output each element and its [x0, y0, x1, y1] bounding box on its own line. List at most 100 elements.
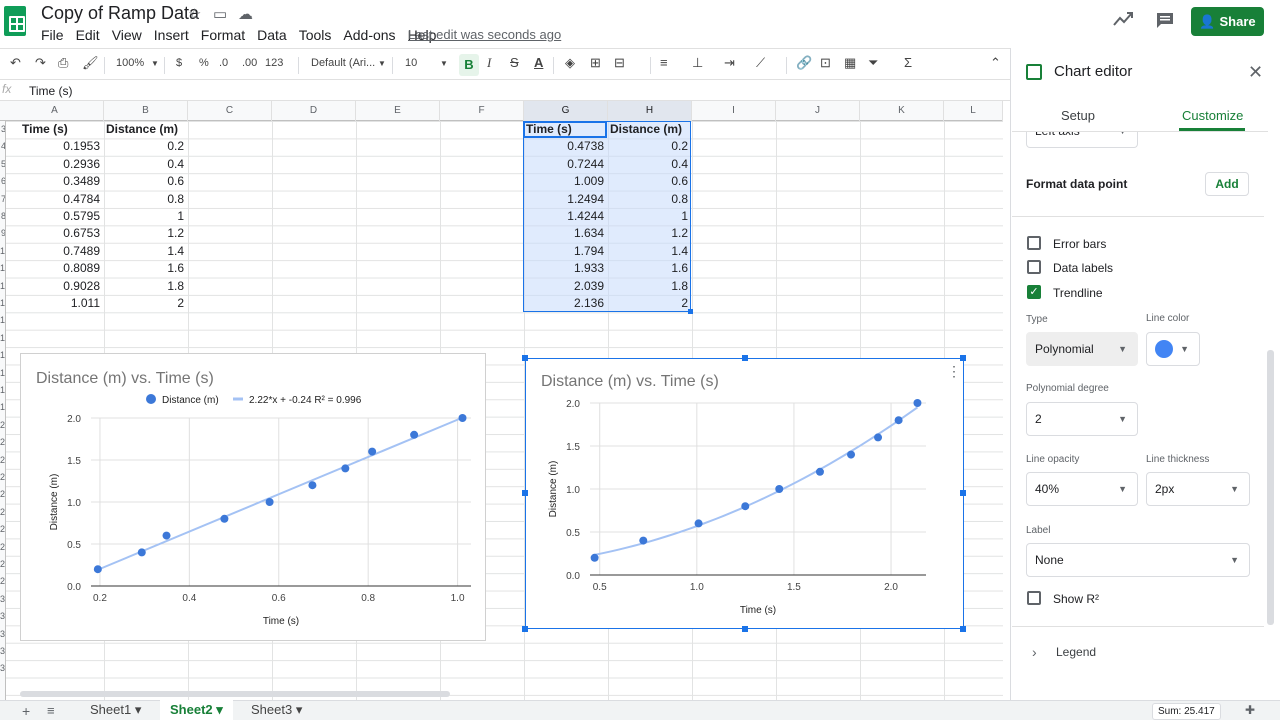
tab-sheet1[interactable]: Sheet1 ▾ — [80, 700, 151, 720]
cell[interactable]: 1.794 — [524, 243, 608, 260]
insert-chart-icon[interactable]: ▦ — [844, 55, 856, 71]
cell[interactable]: 1.8 — [608, 278, 692, 295]
column-header-e[interactable]: E — [356, 101, 440, 121]
cell[interactable]: Time (s) — [20, 121, 104, 138]
functions-icon[interactable]: Σ — [904, 55, 912, 70]
cell[interactable]: 0.6 — [104, 173, 188, 190]
borders-icon[interactable]: ⊞ — [590, 55, 601, 71]
cell[interactable]: 0.7489 — [20, 243, 104, 260]
chevron-right-icon[interactable]: › — [1032, 644, 1037, 660]
text-wrap-icon[interactable]: ⇥ — [724, 55, 735, 71]
resize-handle[interactable] — [960, 355, 966, 361]
text-color-button[interactable]: A — [534, 55, 543, 70]
cell[interactable]: 2 — [104, 295, 188, 312]
trendline-label-select[interactable]: None ▼ — [1026, 543, 1250, 577]
cell[interactable]: 0.2 — [104, 138, 188, 155]
column-header-d[interactable]: D — [272, 101, 356, 121]
cell[interactable]: 1.933 — [524, 260, 608, 277]
horizontal-scrollbar[interactable] — [20, 691, 450, 697]
line-color-select[interactable]: ▼ — [1146, 332, 1200, 366]
bold-button[interactable]: B — [459, 54, 479, 76]
resize-handle[interactable] — [960, 626, 966, 632]
formula-input[interactable]: Time (s) — [29, 84, 73, 98]
cell[interactable]: 1.4244 — [524, 208, 608, 225]
cell[interactable]: 0.9028 — [20, 278, 104, 295]
document-title[interactable]: Copy of Ramp Data — [41, 3, 199, 24]
vertical-align-icon[interactable]: ⊥ — [692, 55, 703, 71]
menu-addons[interactable]: Add-ons — [337, 27, 401, 43]
cell[interactable]: 1.6 — [104, 260, 188, 277]
paint-format-icon[interactable]: 🖌 — [82, 55, 99, 71]
add-sheet-icon[interactable]: + — [22, 703, 30, 719]
column-header-b[interactable]: B — [104, 101, 188, 121]
more-formats-button[interactable]: 123 — [265, 57, 283, 69]
column-header-c[interactable]: C — [188, 101, 272, 121]
menu-view[interactable]: View — [106, 27, 148, 43]
font-select[interactable]: Default (Ari... — [311, 57, 375, 69]
zoom-select[interactable]: 100% — [116, 57, 144, 69]
resize-handle[interactable] — [742, 355, 748, 361]
font-size-select[interactable]: 10 — [405, 57, 417, 69]
legend-section-header[interactable]: Legend — [1056, 645, 1096, 659]
last-edit-link[interactable]: Last edit was seconds ago — [408, 27, 561, 42]
fill-color-icon[interactable]: ◈ — [565, 55, 575, 71]
resize-handle[interactable] — [960, 490, 966, 496]
font-size-chevron-icon[interactable]: ▼ — [440, 59, 448, 68]
all-sheets-icon[interactable]: ≡ — [47, 703, 55, 718]
cell[interactable]: 1.4 — [608, 243, 692, 260]
percent-format-button[interactable]: % — [199, 57, 209, 69]
insert-comment-icon[interactable]: ⊡ — [820, 55, 831, 71]
column-header-f[interactable]: F — [440, 101, 524, 121]
tab-sheet3[interactable]: Sheet3 ▾ — [241, 700, 312, 720]
italic-button[interactable]: I — [487, 55, 491, 71]
panel-scrollbar[interactable] — [1267, 350, 1274, 625]
cell[interactable]: 0.6 — [608, 173, 692, 190]
merge-cells-icon[interactable]: ⊟ — [614, 55, 625, 71]
currency-format-button[interactable]: $ — [176, 57, 182, 69]
resize-handle[interactable] — [742, 626, 748, 632]
cell[interactable]: 0.4 — [104, 156, 188, 173]
explore-icon[interactable]: ✚ — [1245, 703, 1255, 717]
cell[interactable]: 1.634 — [524, 225, 608, 242]
font-chevron-icon[interactable]: ▼ — [378, 59, 386, 68]
cell[interactable]: 0.4784 — [20, 191, 104, 208]
redo-icon[interactable]: ↷ — [35, 55, 46, 71]
column-header-l[interactable]: L — [944, 101, 1003, 121]
star-icon[interactable]: ☆ — [188, 5, 201, 23]
cell[interactable]: Time (s) — [524, 121, 608, 138]
cell[interactable]: 0.5795 — [20, 208, 104, 225]
cell[interactable]: 1.2 — [104, 225, 188, 242]
print-icon[interactable]: ⎙ — [58, 55, 68, 71]
comment-icon[interactable] — [1155, 11, 1175, 29]
error-bars-checkbox[interactable] — [1027, 236, 1041, 250]
trendline-checkbox[interactable]: ✓ — [1027, 285, 1041, 299]
undo-icon[interactable]: ↶ — [10, 55, 21, 71]
activity-trend-icon[interactable] — [1112, 10, 1134, 28]
cell[interactable]: 1.2494 — [524, 191, 608, 208]
cell[interactable]: 2.039 — [524, 278, 608, 295]
menu-tools[interactable]: Tools — [293, 27, 338, 43]
tab-customize[interactable]: Customize — [1182, 108, 1243, 123]
cell[interactable]: 1.8 — [104, 278, 188, 295]
resize-handle[interactable] — [522, 490, 528, 496]
menu-edit[interactable]: Edit — [70, 27, 106, 43]
menu-file[interactable]: File — [41, 27, 70, 43]
strikethrough-button[interactable]: S — [510, 55, 519, 70]
resize-handle[interactable] — [522, 355, 528, 361]
show-r2-checkbox[interactable] — [1027, 591, 1041, 605]
cell[interactable]: 0.2 — [608, 138, 692, 155]
close-icon[interactable]: ✕ — [1248, 62, 1263, 83]
cell[interactable]: 2.136 — [524, 295, 608, 312]
trendline-type-select[interactable]: Polynomial ▼ — [1026, 332, 1138, 366]
add-data-point-button[interactable]: Add — [1205, 172, 1249, 196]
line-thickness-select[interactable]: 2px ▼ — [1146, 472, 1250, 506]
tab-setup[interactable]: Setup — [1061, 108, 1095, 123]
cell[interactable]: 0.2936 — [20, 156, 104, 173]
column-header-j[interactable]: J — [776, 101, 860, 121]
cell[interactable]: 0.6753 — [20, 225, 104, 242]
cell[interactable]: Distance (m) — [104, 121, 188, 138]
insert-link-icon[interactable]: 🔗 — [796, 55, 812, 71]
cell[interactable]: 1.011 — [20, 295, 104, 312]
cell[interactable]: 1.2 — [608, 225, 692, 242]
decrease-decimal-button[interactable]: .0 — [219, 57, 228, 69]
